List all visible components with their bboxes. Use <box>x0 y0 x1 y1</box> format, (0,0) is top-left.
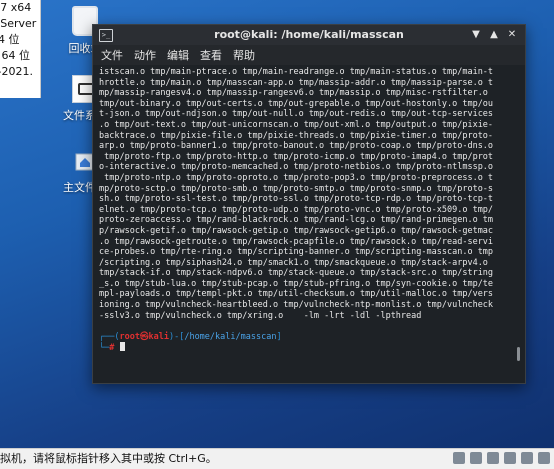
output-line: ioning.o tmp/vulncheck-heartbleed.o tmp/… <box>99 300 494 311</box>
prompt-host: kali <box>148 331 169 342</box>
prompt-line-2: └─# <box>99 342 511 354</box>
output-line: arp.o tmp/proto-banner1.o tmp/proto-bano… <box>99 141 494 152</box>
prompt-symbol: # <box>109 343 115 354</box>
output-line: backtrace.o tmp/pixie-file.o tmp/pixie-t… <box>99 130 494 141</box>
menu-help[interactable]: 帮助 <box>233 47 255 63</box>
minimize-button[interactable]: ▼ <box>469 28 483 42</box>
output-line: mpl-payloads.o tmp/templ-pkt.o tmp/util-… <box>99 289 494 300</box>
prompt-path: /home/kali/masscan <box>184 331 277 342</box>
output-line: -sslv3.o tmp/vulncheck.o tmp/xring.o -lm… <box>99 310 422 321</box>
output-line: elnet.o tmp/proto-tcp.o tmp/proto-udp.o … <box>99 204 494 215</box>
prompt-user: root <box>119 331 140 342</box>
menu-edit[interactable]: 编辑 <box>167 47 189 63</box>
output-line: p/rawsock-getif.o tmp/rawsock-getip.o tm… <box>99 225 494 236</box>
tray-icon[interactable] <box>487 452 499 464</box>
tray-icon[interactable] <box>470 452 482 464</box>
tray-icons <box>453 452 550 464</box>
tray-icon[interactable] <box>538 452 550 464</box>
host-vm-item[interactable]: 7 64 位 <box>0 48 40 64</box>
menu-action[interactable]: 动作 <box>134 47 156 63</box>
output-line: /scripting.o tmp/siphash24.o tmp/smack1.… <box>99 257 488 268</box>
tray-icon[interactable] <box>453 452 465 464</box>
prompt-line-1: ┌──(root㉿kali)-[/home/kali/masscan] <box>99 331 282 342</box>
host-vm-item[interactable]: 64 位 <box>0 32 40 48</box>
output-line: .o tmp/out-text.o tmp/out-unicornscan.o … <box>99 119 494 130</box>
terminal-scrollbar[interactable] <box>517 347 520 361</box>
output-line: tmp/proto-ftp.o tmp/proto-http.o tmp/pro… <box>99 151 494 162</box>
output-line: proto-zeroaccess.o tmp/rand-blackrock.o … <box>99 215 494 226</box>
host-vm-list[interactable]: s 7 x64 s Server 64 位 7 64 位 x-2021. <box>0 0 41 98</box>
output-line: t-json.o tmp/out-ndjson.o tmp/out-null.o… <box>99 109 494 120</box>
terminal-titlebar[interactable]: >_ root@kali: /home/kali/masscan ▼ ▲ ✕ <box>93 25 525 45</box>
close-button[interactable]: ✕ <box>505 28 519 42</box>
output-line: ce-probes.o tmp/rte-ring.o tmp/scripting… <box>99 247 494 258</box>
maximize-button[interactable]: ▲ <box>487 28 501 42</box>
output-line: sh.o tmp/proto-ssl-test.o tmp/proto-ssl.… <box>99 194 494 205</box>
window-title: root@kali: /home/kali/masscan <box>214 28 404 41</box>
output-line: istscan.o tmp/main-ptrace.o tmp/main-rea… <box>99 67 494 77</box>
menu-file[interactable]: 文件 <box>101 47 123 63</box>
menu-view[interactable]: 查看 <box>200 47 222 63</box>
terminal-window[interactable]: >_ root@kali: /home/kali/masscan ▼ ▲ ✕ 文… <box>92 24 526 384</box>
host-vm-item[interactable]: s 7 x64 <box>0 0 40 16</box>
text-cursor[interactable] <box>119 342 125 352</box>
output-line: mp/massip-rangesv4.o tmp/massip-rangesv6… <box>99 88 488 99</box>
terminal-menubar: 文件 动作 编辑 查看 帮助 <box>93 45 525 65</box>
status-message: 拟机，请将鼠标指针移入其中或按 Ctrl+G。 <box>0 452 217 465</box>
output-line: .o tmp/rawsock-getroute.o tmp/rawsock-pc… <box>99 236 494 247</box>
tray-icon[interactable] <box>504 452 516 464</box>
output-line: _s.o tmp/stub-lua.o tmp/stub-pcap.o tmp/… <box>99 278 494 289</box>
output-line: tmp/proto-ntp.o tmp/proto-oproto.o tmp/p… <box>99 172 494 183</box>
output-line: hrottle.o tmp/main.o tmp/masscan-app.o t… <box>99 77 494 88</box>
output-line: o-interactive.o tmp/proto-memcached.o tm… <box>99 162 494 173</box>
terminal-output[interactable]: istscan.o tmp/main-ptrace.o tmp/main-rea… <box>99 67 511 377</box>
tray-icon[interactable] <box>521 452 533 464</box>
host-vm-item[interactable]: x-2021. <box>0 64 40 80</box>
host-vm-item[interactable]: s Server <box>0 16 40 32</box>
output-line: tmp/out-binary.o tmp/out-certs.o tmp/out… <box>99 98 494 109</box>
output-line: tmp/stack-if.o tmp/stack-ndpv6.o tmp/sta… <box>99 268 494 279</box>
vm-status-bar: 拟机，请将鼠标指针移入其中或按 Ctrl+G。 <box>0 448 554 469</box>
output-line: mp/proto-sctp.o tmp/proto-smb.o tmp/prot… <box>99 183 494 194</box>
